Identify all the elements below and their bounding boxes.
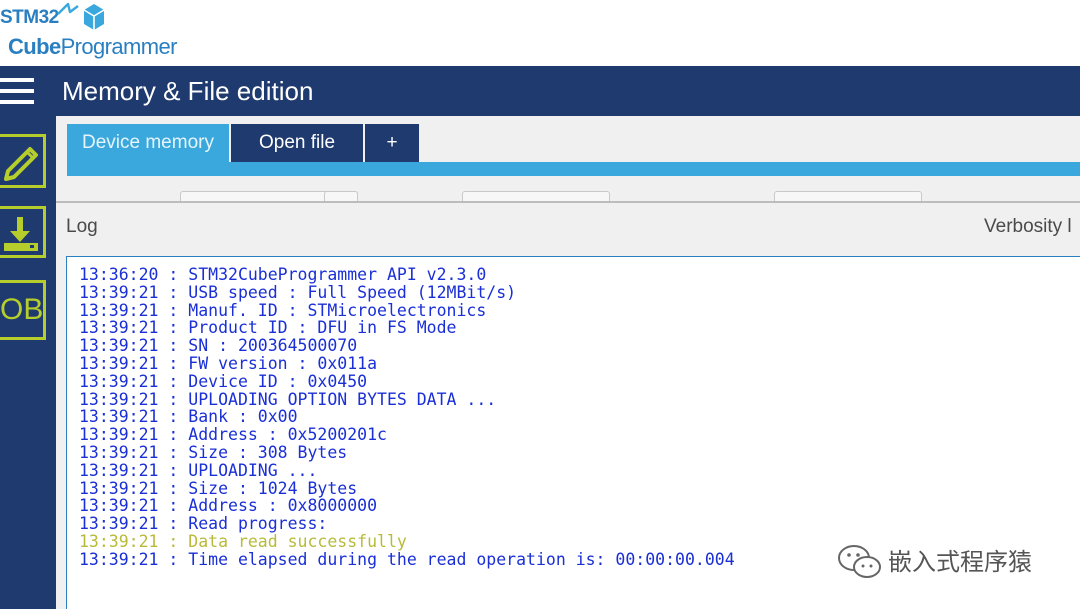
logo-line1: STM32 [0,7,59,28]
watermark: 嵌入式程序猿 [836,542,1032,582]
log-line: 13:39:21 : Device ID : 0x0450 [79,371,368,391]
verbosity-label: Verbosity l [984,216,1072,237]
address-dropdown[interactable] [324,191,358,201]
size-field[interactable] [462,191,610,201]
logo-line2: CubeProgrammer [8,34,177,59]
tab-underline [67,162,1080,176]
log-line: 13:39:21 : UPLOADING ... [79,460,318,480]
log-label: Log [66,216,98,237]
sidebar-item-download[interactable] [0,206,46,258]
log-line: 13:39:21 : Product ID : DFU in FS Mode [79,318,457,338]
log-line: 13:39:21 : UPLOADING OPTION BYTES DATA .… [79,389,497,409]
wechat-icon [838,545,881,578]
sidebar-item-option-bytes[interactable]: OB [0,280,46,340]
log-line: 13:39:21 : Manuf. ID : STMicroelectronic… [79,300,487,320]
log-line: 13:39:21 : FW version : 0x011a [79,353,378,373]
log-line: 13:39:21 : Data read successfully [79,531,407,551]
download-icon [4,217,38,251]
watermark-text: 嵌入式程序猿 [888,548,1032,576]
option-bytes-icon: OB [0,293,44,326]
log-line: 13:39:21 : Bank : 0x00 [79,407,298,427]
splitter[interactable] [56,201,1080,203]
log-line: 13:39:21 : Size : 308 Bytes [79,442,348,462]
log-lines: 13:36:20 : STM32CubeProgrammer API v2.3.… [79,266,735,569]
header-bar: Memory & File edition [0,66,1080,116]
log-line: 13:39:21 : Size : 1024 Bytes [79,478,358,498]
log-line: 13:36:20 : STM32CubeProgrammer API v2.3.… [79,265,487,284]
log-line: 13:39:21 : SN : 200364500070 [79,336,358,356]
sidebar-item-memory-edit[interactable] [0,134,46,188]
log-line: 13:39:21 : USB speed : Full Speed (12MBi… [79,282,517,302]
sidebar: OB [0,116,56,609]
edit-memory-icon [4,147,38,181]
log-line: 13:39:21 : Read progress: [79,514,328,534]
page-title: Memory & File edition [62,76,314,106]
tab-add[interactable]: + [365,124,419,162]
log-line: 13:39:21 : Address : 0x8000000 [79,496,378,516]
tab-device-memory[interactable]: Device memory [67,124,229,162]
logo-cube-icon [57,2,105,30]
tab-open-file[interactable]: Open file [231,124,363,162]
app-logo: STM32 CubeProgrammer [0,0,180,66]
data-width-field[interactable] [774,191,922,201]
log-line: 13:39:21 : Address : 0x5200201c [79,425,387,445]
menu-icon[interactable] [0,78,36,104]
log-line: 13:39:21 : Time elapsed during the read … [79,549,735,569]
main-panel: Device memory Open file + Log Verbosity … [56,116,1080,609]
